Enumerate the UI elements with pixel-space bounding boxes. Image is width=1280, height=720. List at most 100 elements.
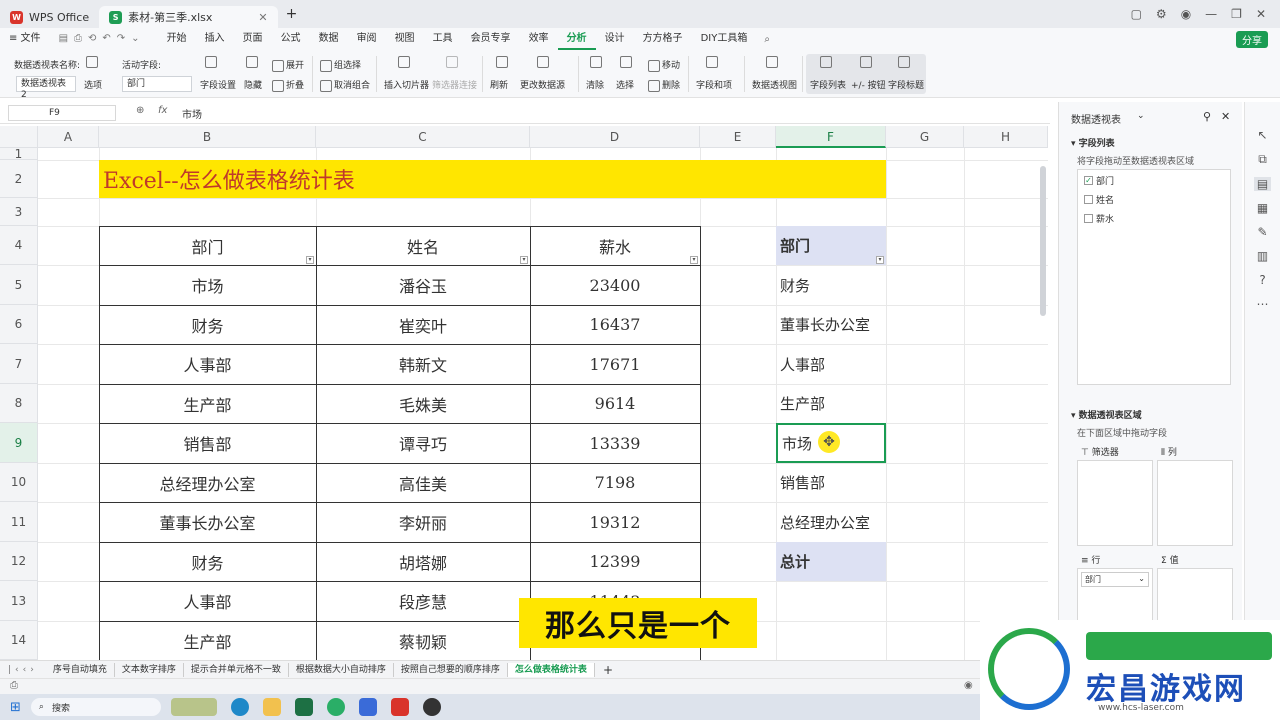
sheet-tab[interactable]: 按照自己想要的顺序排序 (394, 662, 508, 677)
quick-icons[interactable]: ▤⎙⟲↶↷⌄ (50, 28, 158, 50)
row-header[interactable]: 12 (0, 542, 38, 581)
column-header[interactable]: E (700, 126, 776, 148)
sheet-tab[interactable]: 提示合并单元格不一致 (184, 662, 289, 677)
taskbar-search-box[interactable]: ⌕ 搜索 (30, 698, 161, 716)
menu-item[interactable]: 数据 (310, 28, 348, 50)
file-menu[interactable]: ≡ 文件 (0, 28, 50, 50)
table-cell[interactable]: 7198 (530, 463, 700, 502)
pivot-item-cell[interactable]: 总经理办公室 (776, 502, 886, 542)
table-cell[interactable]: 13339 (530, 423, 700, 463)
table-cell[interactable]: 17671 (530, 344, 700, 384)
row-field-chip[interactable]: 部门 ⌄ (1081, 572, 1149, 587)
table-cell[interactable]: 生产部 (99, 384, 316, 423)
book-icon[interactable]: ▥ (1257, 249, 1268, 263)
sheet-nav-icon[interactable]: |‹‹› (0, 665, 46, 675)
row-header[interactable]: 5 (0, 265, 38, 305)
table-cell[interactable]: 韩新文 (316, 344, 530, 384)
table-cell[interactable]: 谭寻巧 (316, 423, 530, 463)
search-icon[interactable]: ⌕ (764, 34, 770, 45)
row-header[interactable]: 14 (0, 621, 38, 660)
filter-dropdown-icon[interactable]: ▾ (690, 256, 698, 264)
table-header-cell[interactable]: 部门 (99, 226, 316, 265)
wps-icon[interactable] (390, 698, 409, 716)
close-window-button[interactable]: ✕ (1256, 7, 1266, 21)
row-header[interactable]: 11 (0, 502, 38, 542)
column-header[interactable]: C (316, 126, 530, 148)
table-cell[interactable]: 19312 (530, 502, 700, 542)
table-cell[interactable]: 胡塔娜 (316, 542, 530, 581)
active-field-input[interactable]: 部门 (122, 76, 192, 92)
menu-item[interactable]: 方方格子 (634, 28, 692, 50)
name-box[interactable]: F9 (8, 105, 116, 121)
menu-item[interactable]: 公式 (272, 28, 310, 50)
table-cell[interactable]: 蔡韧颖 (316, 621, 530, 660)
view-eye-icon[interactable]: ◉ (964, 680, 973, 691)
wechat-icon[interactable] (326, 698, 345, 716)
filter-dropdown-icon[interactable]: ▾ (306, 256, 314, 264)
pivot-item-cell[interactable]: 销售部 (776, 463, 886, 502)
sheet-status-icon[interactable]: ⎙ (10, 680, 18, 691)
refresh-button[interactable]: 刷新 (490, 78, 508, 91)
sheet-tab[interactable]: 文本数字排序 (115, 662, 184, 677)
pivot-name-input[interactable]: 数据透视表2 (16, 76, 76, 100)
field-headers-button[interactable]: 字段标题 (888, 78, 924, 91)
filter-connection-button[interactable]: 筛选器连接 (432, 78, 477, 91)
fx-icon[interactable]: fx (158, 105, 167, 116)
row-header[interactable]: 7 (0, 344, 38, 384)
options-button[interactable]: 选项 (84, 78, 102, 91)
column-header[interactable]: A (38, 126, 99, 148)
pivot-item-cell[interactable]: 人事部 (776, 344, 886, 384)
tools-icon[interactable]: ✎ (1257, 225, 1267, 239)
new-tab-button[interactable]: + (286, 6, 298, 22)
menu-item[interactable]: DIY工具箱 (692, 28, 757, 50)
fields-items-button[interactable]: 字段和项 (696, 78, 732, 91)
row-header[interactable]: 2 (0, 160, 38, 198)
column-header[interactable]: D (530, 126, 700, 148)
formula-input[interactable]: 市场 (182, 106, 202, 121)
pivot-item-cell[interactable]: 财务 (776, 265, 886, 305)
collapse-button[interactable]: 折叠 (272, 78, 304, 92)
column-header[interactable]: B (99, 126, 316, 148)
table-cell[interactable]: 9614 (530, 384, 700, 423)
help-icon[interactable]: ? (1259, 273, 1265, 287)
widgets-icon[interactable] (170, 698, 217, 716)
table-cell[interactable]: 毛姝美 (316, 384, 530, 423)
row-header[interactable]: 10 (0, 463, 38, 502)
field-item[interactable]: 姓名 (1084, 193, 1224, 206)
table-cell[interactable]: 潘谷玉 (316, 265, 530, 305)
checkbox[interactable] (1084, 214, 1093, 223)
select-all-corner[interactable] (0, 126, 38, 148)
record-icon[interactable] (422, 698, 441, 716)
move-button[interactable]: 移动 (648, 58, 680, 72)
row-header[interactable]: 9 (0, 423, 38, 463)
value-drop-zone[interactable] (1157, 568, 1233, 628)
table-cell[interactable]: 23400 (530, 265, 700, 305)
checkbox[interactable] (1084, 195, 1093, 204)
close-icon[interactable]: ✕ (258, 11, 267, 24)
filter-dropdown-icon[interactable]: ▾ (520, 256, 528, 264)
select-button[interactable]: 选择 (616, 78, 634, 91)
table-cell[interactable]: 财务 (99, 542, 316, 581)
pivot-total-cell[interactable]: 总计 (776, 542, 886, 581)
column-header[interactable]: F (776, 126, 886, 148)
edge-icon[interactable] (230, 698, 249, 716)
ungroup-button[interactable]: 取消组合 (320, 78, 370, 92)
pivot-panel-icon[interactable]: ▤ (1253, 177, 1272, 191)
add-sheet-button[interactable]: + (595, 663, 621, 677)
restore-button[interactable]: ❐ (1231, 7, 1242, 21)
table-cell[interactable]: 高佳美 (316, 463, 530, 502)
menu-item[interactable]: 效率 (520, 28, 558, 50)
format-icon[interactable]: ⧉ (1258, 152, 1267, 167)
more-icon[interactable]: ⋯ (1257, 297, 1269, 311)
tab-wps-office[interactable]: W WPS Office (0, 6, 99, 28)
table-header-cell[interactable]: 薪水 (530, 226, 700, 265)
row-header[interactable]: 8 (0, 384, 38, 423)
minimize-button[interactable]: — (1205, 7, 1217, 21)
row-header[interactable]: 6 (0, 305, 38, 344)
table-cell[interactable]: 财务 (99, 305, 316, 344)
table-cell[interactable]: 董事长办公室 (99, 502, 316, 542)
avatar[interactable]: ◉ (1181, 7, 1191, 21)
spreadsheet-grid[interactable]: A B C D E F G H 1 2 3 4 5 6 7 8 9 10 11 12 13 14 部门 ▾ 姓名 ▾ 薪水 ▾ 市场 潘谷… (0, 126, 1048, 660)
group-select-button[interactable]: 组选择 (320, 58, 361, 72)
sheet-title-cell[interactable]: Excel--怎么做表格统计表 (99, 160, 886, 198)
